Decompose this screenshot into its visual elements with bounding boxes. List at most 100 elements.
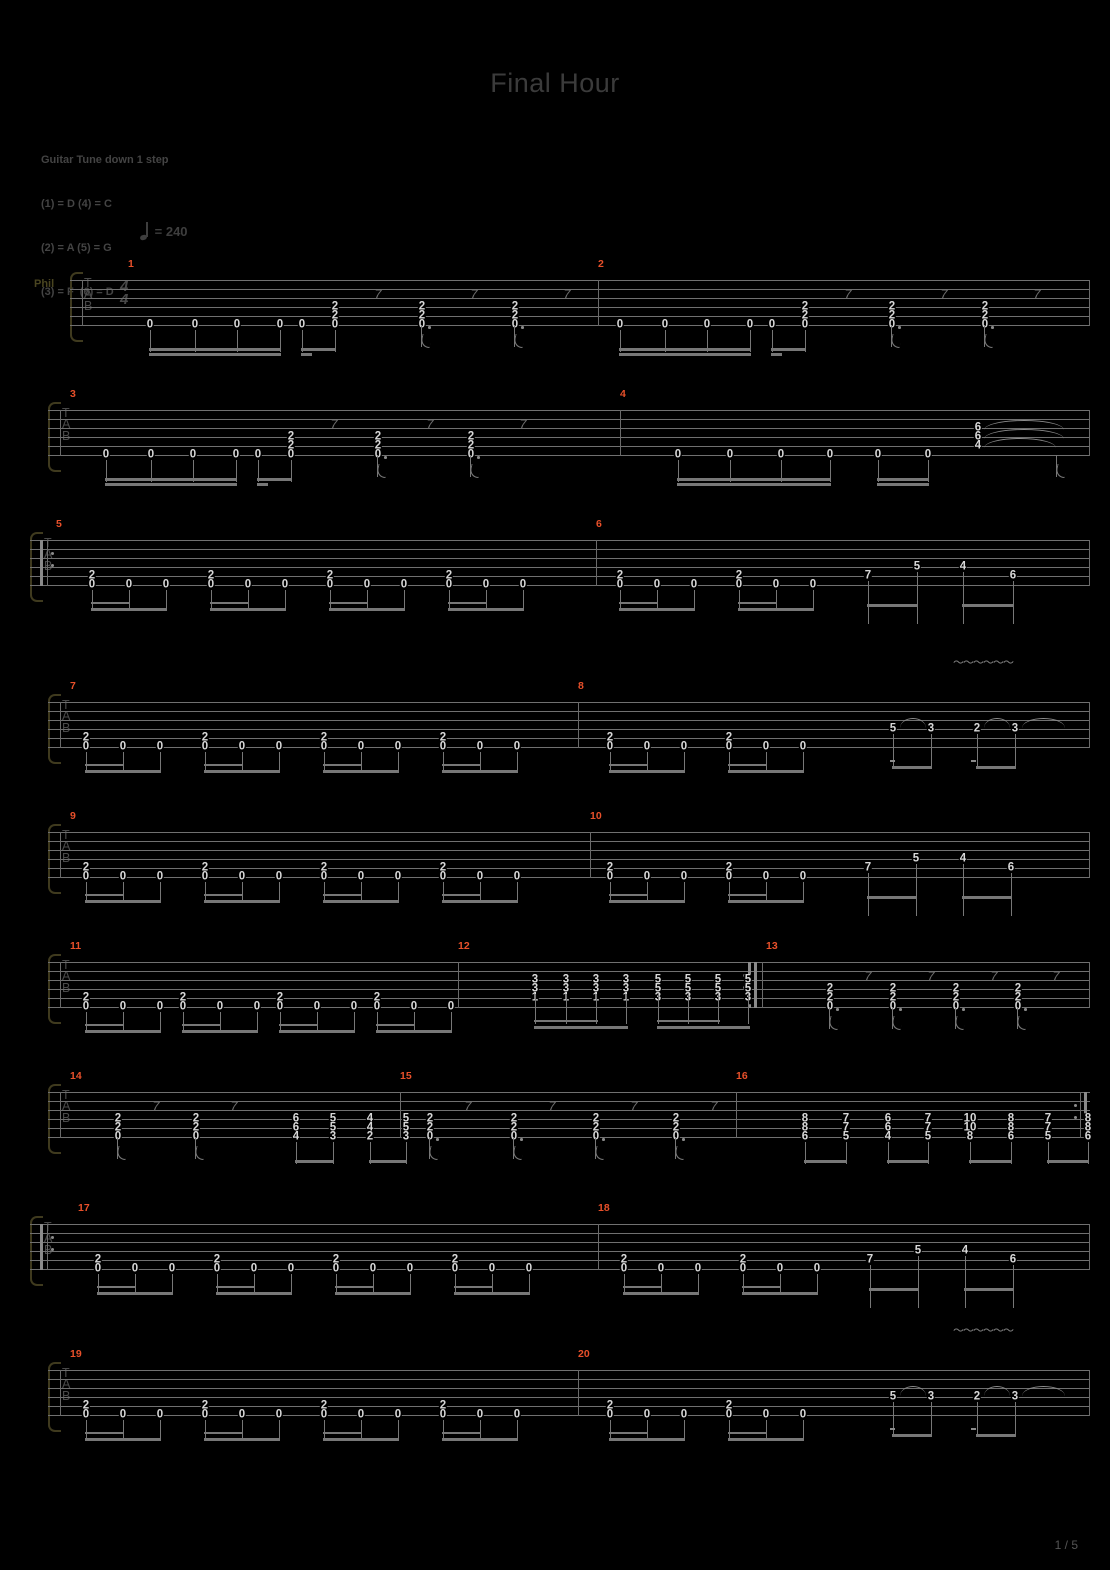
augmentation-dot (521, 326, 524, 329)
note-stem (216, 1274, 218, 1294)
beam (877, 483, 929, 486)
augmentation-dot (520, 1138, 523, 1141)
staff-system-3: TAB 5 6 2000200020002000200020007546 (30, 518, 1090, 628)
eighth-rest: 7 (519, 416, 527, 432)
beam (216, 1286, 255, 1288)
note-stem (85, 1012, 87, 1032)
beam (534, 1020, 598, 1022)
note-stem (253, 1274, 255, 1294)
staff-system-2: TAB 3 4 00000220220722077000000664 (48, 388, 1090, 498)
note-stem (442, 882, 444, 902)
eighth-rest: 7 (864, 968, 872, 984)
note-stem (1014, 734, 1016, 766)
beam (962, 604, 1014, 607)
note-stem (656, 590, 658, 610)
note-stem (256, 1012, 258, 1032)
beam (257, 478, 292, 481)
beam (619, 348, 751, 351)
eighth-rest: 7 (548, 1098, 556, 1114)
beam (97, 1292, 173, 1295)
beam (742, 1286, 781, 1288)
note-stem (802, 882, 804, 902)
repeat-start-barline (40, 1224, 43, 1270)
note-stem (619, 590, 621, 610)
note-stem (278, 1420, 280, 1440)
staff-system-4: TAB 7 8 〜〜〜〜〜〜 2000200020002000200020005… (48, 657, 1090, 790)
beam (867, 896, 917, 899)
beam (85, 1030, 161, 1033)
eighth-rest: 7 (426, 416, 434, 432)
beam (454, 1286, 493, 1288)
beam (204, 900, 280, 903)
note-stem (360, 882, 362, 902)
beam (442, 900, 518, 903)
beam (149, 353, 281, 356)
palm-mute-tick (971, 760, 976, 762)
note-stem (284, 590, 286, 610)
beam (728, 900, 804, 903)
note-stem (290, 1274, 292, 1294)
beam (85, 770, 161, 773)
beam (369, 1160, 407, 1163)
note-stem (930, 1402, 932, 1434)
beam (279, 1030, 355, 1033)
eighth-rest: 7 (152, 1098, 160, 1114)
tuning-line-2: (2) = A (5) = G (41, 241, 112, 254)
note-stem (683, 1420, 685, 1440)
note-stem (366, 590, 368, 610)
beam (204, 1438, 280, 1441)
score-page: Final Hour Guitar Tune down 1 step (1) =… (0, 0, 1110, 1570)
beam (771, 348, 806, 351)
measure-number-7: 7 (70, 680, 76, 692)
augmentation-dot (682, 1138, 685, 1141)
tempo-marking: = 240 (139, 222, 188, 241)
vibrato-marking: 〜〜〜〜〜〜 (953, 657, 1014, 669)
note-stem (353, 1012, 355, 1032)
note-stem (360, 752, 362, 772)
note-stem (646, 1420, 648, 1440)
staff-system-6: TAB 11 12 13 200020002000200033133133133… (48, 940, 1090, 1050)
tab-staff (30, 540, 1090, 588)
note-stem (454, 1274, 456, 1294)
beam (728, 770, 804, 773)
beam (609, 770, 685, 773)
note-stem (976, 734, 978, 766)
beam (323, 764, 362, 766)
note-stem (660, 1274, 662, 1294)
note-stem (516, 882, 518, 902)
beam (609, 894, 648, 896)
note-stem (1010, 873, 1012, 916)
note-stem (241, 1420, 243, 1440)
palm-mute-tick (890, 1428, 895, 1430)
note-stem (335, 1274, 337, 1294)
beam (877, 478, 929, 481)
beam (323, 894, 362, 896)
beam (323, 770, 399, 773)
note-stem (397, 882, 399, 902)
note-stem (372, 1274, 374, 1294)
measure-number-17: 17 (78, 1202, 90, 1214)
measure-number-1: 1 (128, 258, 134, 270)
instrument-label: Phil (34, 278, 55, 290)
note-stem (171, 1274, 173, 1294)
repeat-dots (51, 552, 54, 567)
note-stem (867, 581, 869, 624)
beam (149, 348, 281, 351)
note-stem (450, 1012, 452, 1032)
beam (887, 1160, 929, 1163)
beam (335, 1286, 374, 1288)
beam (534, 1026, 628, 1029)
note-stem (403, 590, 405, 610)
note-stem (1012, 1265, 1014, 1308)
note-stem (247, 590, 249, 610)
beam (376, 1030, 452, 1033)
augmentation-dot (428, 326, 431, 329)
beam (728, 894, 767, 896)
beam (738, 602, 777, 604)
beam (771, 353, 782, 356)
eighth-rest: 7 (630, 1098, 638, 1114)
eighth-rest: 7 (374, 286, 382, 302)
beam (657, 1026, 750, 1029)
measure-number-11: 11 (70, 940, 82, 952)
note-stem (479, 1420, 481, 1440)
